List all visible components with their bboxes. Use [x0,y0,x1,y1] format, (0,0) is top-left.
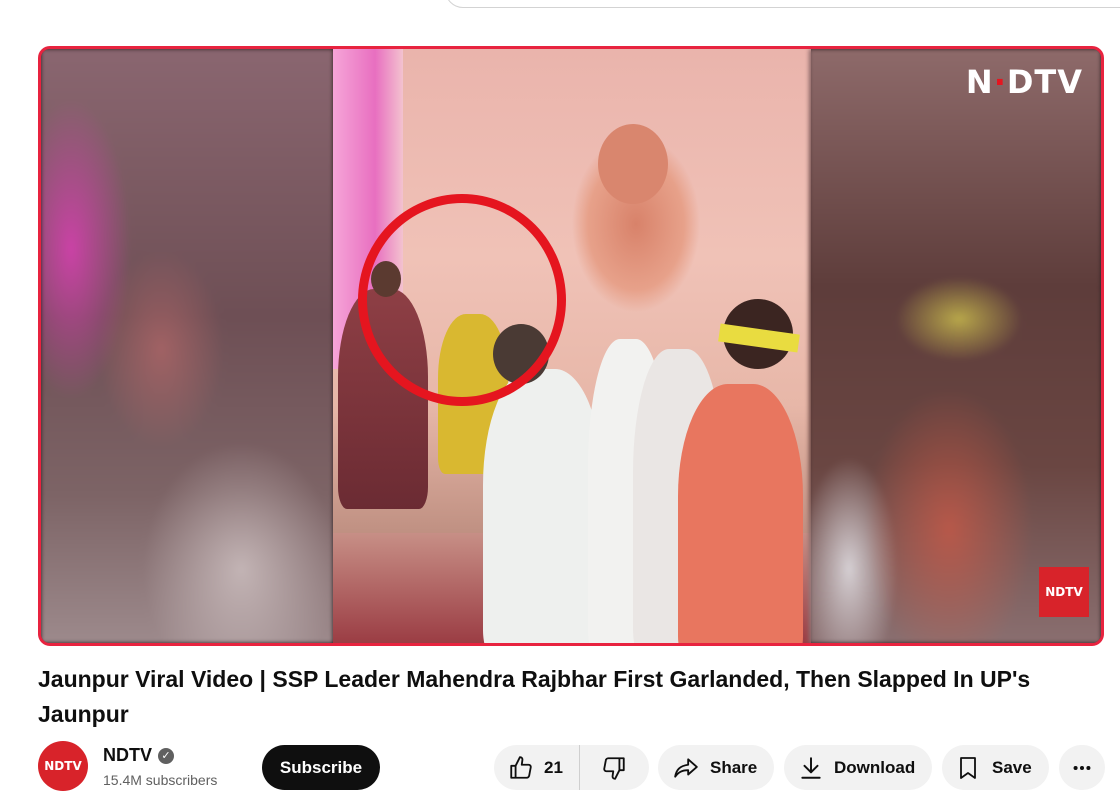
channel-name[interactable]: NDTV [103,745,152,766]
channel-avatar[interactable]: NDTV [38,741,88,791]
video-title: Jaunpur Viral Video | SSP Leader Mahendr… [38,666,1031,727]
verified-check-icon: ✓ [158,747,174,764]
save-label: Save [992,757,1032,777]
subscribe-button[interactable]: Subscribe [262,745,380,790]
bookmark-icon [956,755,980,781]
video-frame [333,49,811,643]
channel-name-row[interactable]: NDTV ✓ [103,745,174,766]
download-label: Download [834,757,916,777]
ndtv-watermark-logo: N·DTV [965,63,1083,101]
thumbs-up-icon [508,755,534,781]
video-blurred-right-panel [809,49,1101,643]
like-count: 21 [544,757,563,777]
download-icon [798,755,824,781]
save-button[interactable]: Save [942,745,1049,790]
highlight-circle [358,194,566,406]
like-button[interactable]: 21 [494,745,580,790]
backdrop-idol-head [598,124,668,204]
more-actions-button[interactable] [1059,745,1105,790]
more-horizontal-icon [1071,757,1093,779]
subscriber-count: 15.4M subscribers [103,772,218,788]
share-label: Share [710,757,758,777]
search-bar-fragment[interactable] [445,0,1120,8]
person-figure [483,369,603,643]
download-button[interactable]: Download [784,745,932,790]
like-dislike-group: 21 [494,745,649,790]
dislike-button[interactable] [580,745,649,790]
ndtv-corner-badge: NDTV [1039,567,1089,617]
share-button[interactable]: Share [658,745,774,790]
video-player[interactable]: N·DTV NDTV [38,46,1104,646]
share-arrow-icon [672,755,700,781]
video-blurred-left-panel [41,49,333,643]
person-figure [678,384,803,643]
thumbs-down-icon [601,755,627,781]
